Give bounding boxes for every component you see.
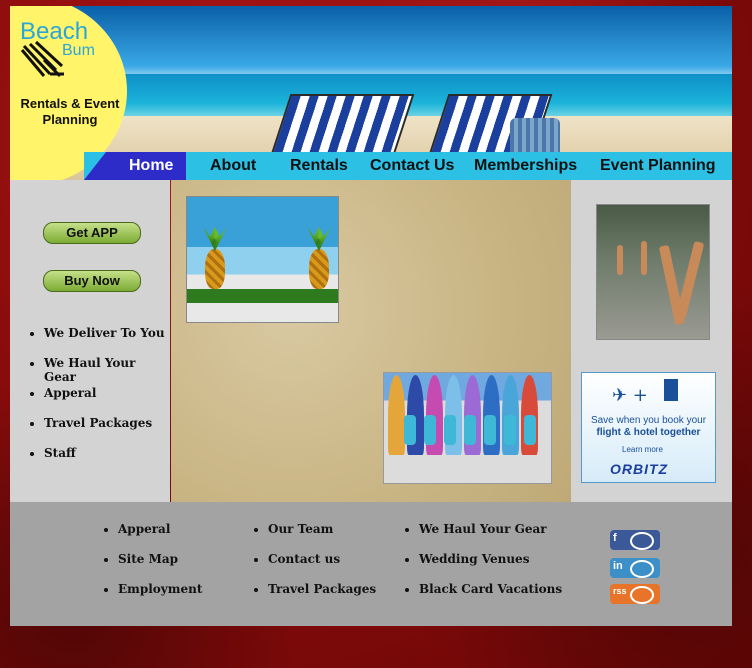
- main-nav: Home About Rentals Contact Us Membership…: [84, 152, 732, 180]
- rss-icon[interactable]: rss: [610, 584, 660, 604]
- person: [424, 415, 436, 445]
- footer-column: We Haul Your Gear Wedding Venues Black C…: [405, 522, 562, 612]
- facebook-label: f: [613, 532, 617, 544]
- sidebar-item[interactable]: We Deliver To You: [44, 326, 170, 356]
- nav-about[interactable]: About: [210, 152, 256, 180]
- footer-link[interactable]: Contact us: [268, 552, 376, 582]
- sidebar-item[interactable]: Staff: [44, 446, 170, 476]
- footer-link[interactable]: Site Map: [118, 552, 202, 582]
- surfboard-team-photo: [383, 372, 552, 484]
- person: [524, 415, 536, 445]
- ring-icon: [630, 560, 654, 578]
- page: Beach Bum Rentals & Event Planning Home …: [10, 6, 732, 626]
- facebook-icon[interactable]: f: [610, 530, 660, 550]
- footer-column: Our Team Contact us Travel Packages: [254, 522, 376, 612]
- footer-column: Apperal Site Map Employment: [104, 522, 202, 612]
- footer-link[interactable]: Our Team: [268, 522, 376, 552]
- linkedin-label: in: [613, 560, 623, 572]
- footer-link[interactable]: Travel Packages: [268, 582, 376, 612]
- nav-event-planning[interactable]: Event Planning: [600, 152, 716, 180]
- logo-text-bum: Bum: [62, 42, 95, 59]
- linkedin-icon[interactable]: in: [610, 558, 660, 578]
- buy-now-button[interactable]: Buy Now: [43, 270, 141, 292]
- runners-photo: [596, 204, 710, 340]
- person: [504, 415, 516, 445]
- airplane-icon: ✈ +: [612, 385, 648, 406]
- orbitz-ad[interactable]: ✈ + Save when you book your flight & hot…: [581, 372, 716, 483]
- table-greens: [187, 289, 338, 303]
- person: [464, 415, 476, 445]
- runner-leg: [675, 240, 705, 320]
- sidebar-item[interactable]: Travel Packages: [44, 416, 170, 446]
- footer-link[interactable]: Apperal: [118, 522, 202, 552]
- ring-icon: [630, 532, 654, 550]
- runner-leg: [617, 245, 623, 275]
- right-sidebar: ✈ + Save when you book your flight & hot…: [571, 180, 732, 502]
- header-banner: Beach Bum Rentals & Event Planning Home …: [10, 6, 732, 180]
- surfboard: [388, 375, 405, 455]
- nav-home[interactable]: Home: [129, 152, 173, 180]
- footer-link[interactable]: Black Card Vacations: [419, 582, 562, 612]
- main-content: [171, 180, 571, 502]
- footer-link[interactable]: Employment: [118, 582, 202, 612]
- pineapple-table-photo: [186, 196, 339, 323]
- ad-line1: Save when you book your: [590, 415, 707, 426]
- get-app-button[interactable]: Get APP: [43, 222, 141, 244]
- left-sidebar: Get APP Buy Now We Deliver To You We Hau…: [10, 180, 170, 502]
- footer-link[interactable]: We Haul Your Gear: [419, 522, 562, 552]
- pineapple-image: [309, 249, 329, 289]
- beach-chair-icon: [20, 40, 64, 78]
- ring-icon: [630, 586, 654, 604]
- person: [484, 415, 496, 445]
- footer: Apperal Site Map Employment Our Team Con…: [10, 502, 732, 626]
- nav-contact-us[interactable]: Contact Us: [370, 152, 454, 180]
- nav-memberships[interactable]: Memberships: [474, 152, 577, 180]
- ad-line2: flight & hotel together: [596, 427, 701, 438]
- footer-link[interactable]: Wedding Venues: [419, 552, 562, 582]
- sidebar-item[interactable]: Apperal: [44, 386, 170, 416]
- runner-leg: [641, 241, 647, 275]
- rss-label: rss: [613, 586, 627, 596]
- person: [404, 415, 416, 445]
- sidebar-list: We Deliver To You We Haul Your Gear Appe…: [30, 326, 170, 476]
- orbitz-logo: ORBITZ: [610, 461, 669, 477]
- person: [444, 415, 456, 445]
- beach-chair-image: [269, 94, 415, 158]
- nav-rentals[interactable]: Rentals: [290, 152, 348, 180]
- ad-learn-more-link[interactable]: Learn more: [622, 445, 663, 454]
- logo-subtitle: Rentals & Event Planning: [20, 96, 120, 127]
- sidebar-item[interactable]: We Haul Your Gear: [44, 356, 170, 386]
- ad-text: Save when you book your flight & hotel t…: [586, 415, 711, 439]
- hotel-icon: [664, 379, 678, 401]
- pineapple-image: [205, 249, 225, 289]
